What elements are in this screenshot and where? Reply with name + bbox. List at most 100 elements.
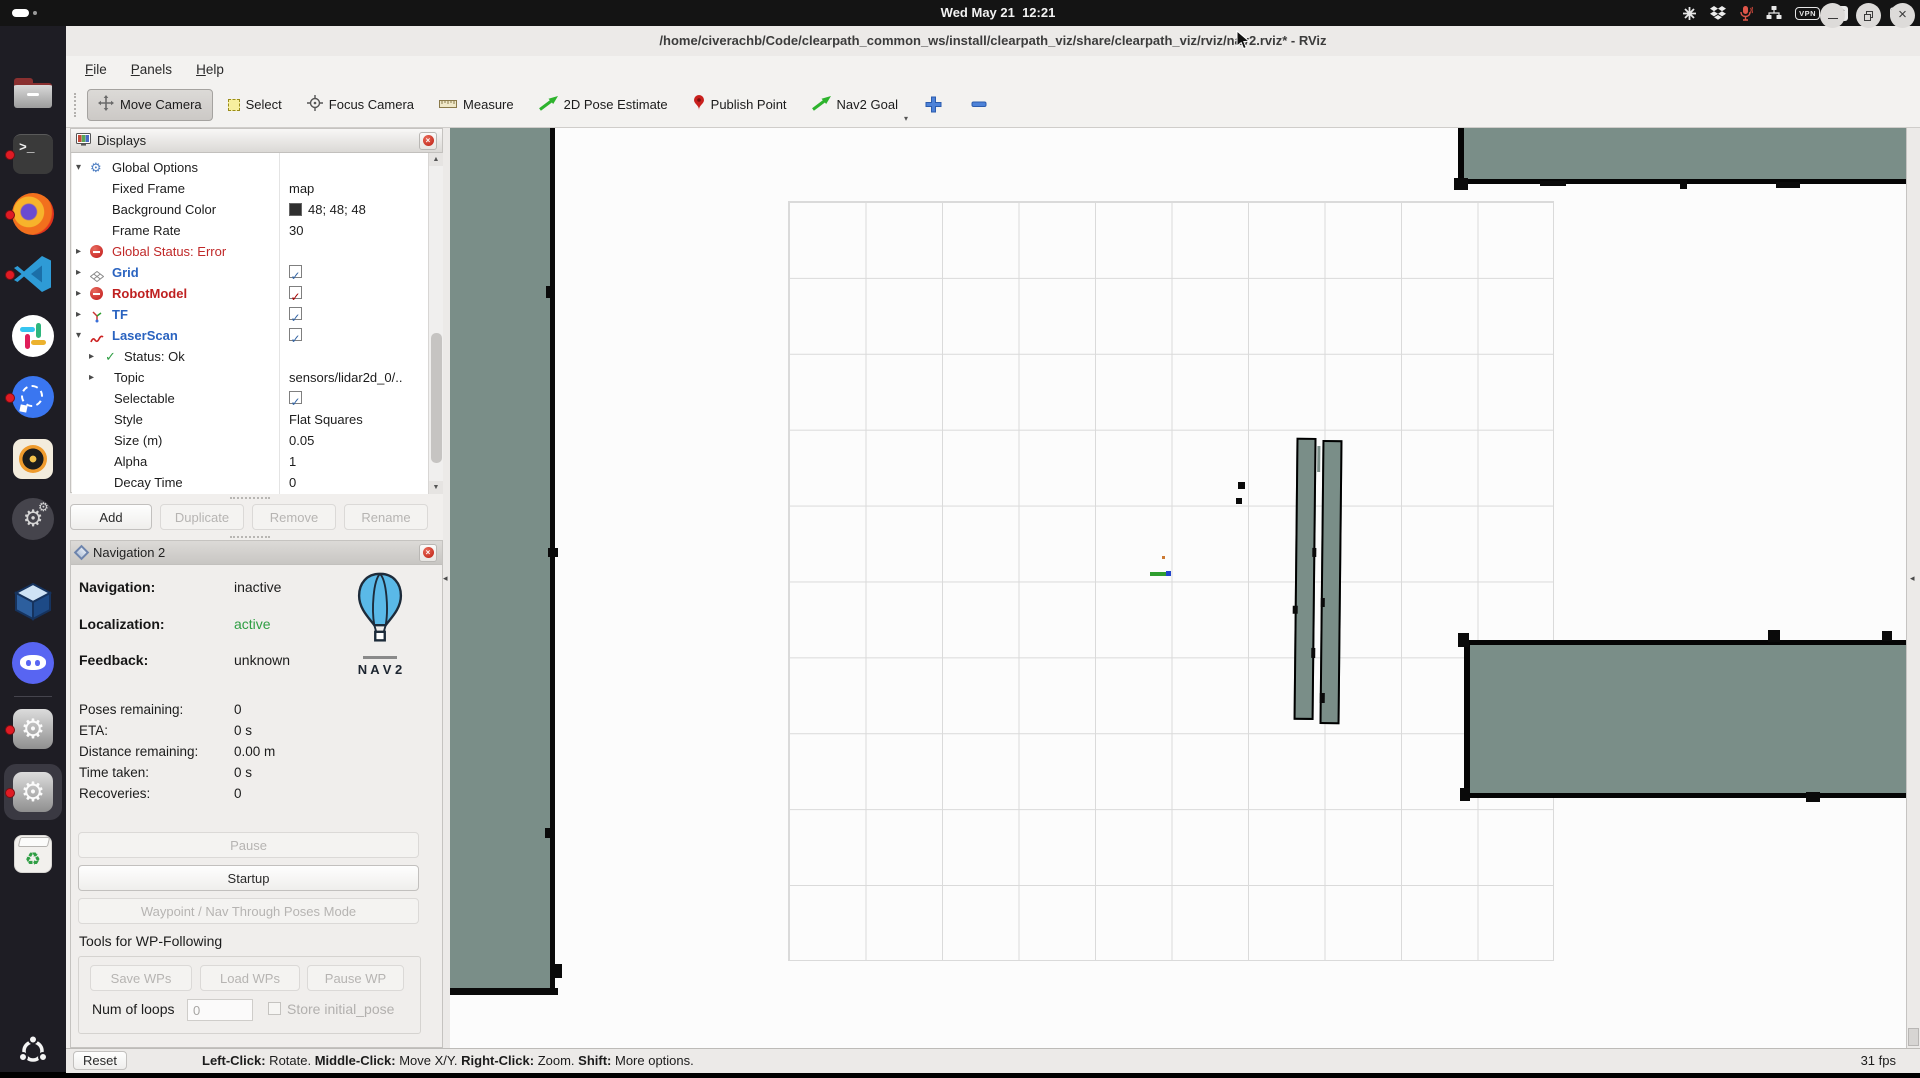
startup-button[interactable]: Startup [78, 865, 419, 891]
collapse-right-icon[interactable] [1910, 573, 1915, 584]
row-value[interactable]: Flat Squares [289, 409, 363, 430]
nav2-close-button[interactable] [419, 544, 437, 562]
displays-scrollbar[interactable]: ▲ ▼ [428, 153, 443, 494]
tree-row-size[interactable]: Size (m) 0.05 [72, 430, 426, 451]
tree-row-background-color[interactable]: Background Color 48; 48; 48 [72, 199, 426, 220]
window-titlebar[interactable]: /home/civerachb/Code/clearpath_common_ws… [66, 26, 1920, 57]
row-value[interactable]: 1 [289, 451, 296, 472]
app-window-1-icon[interactable]: ⚙ [11, 707, 55, 751]
toolbar-overflow-icon[interactable]: ▾ [904, 114, 908, 123]
expander-icon[interactable] [76, 283, 81, 304]
scrollbar-thumb[interactable] [431, 333, 442, 463]
tree-row-decay-time[interactable]: Decay Time 0 [72, 472, 426, 493]
show-apps-icon[interactable] [11, 1029, 55, 1073]
rename-button[interactable]: Rename [344, 504, 428, 530]
store-initial-pose-checkbox[interactable] [268, 1002, 281, 1015]
expander-icon[interactable] [89, 367, 94, 388]
nav2-goal-tool[interactable]: Nav2 Goal [802, 90, 908, 120]
select-tool[interactable]: Select [218, 90, 292, 120]
tree-row-grid[interactable]: Grid [72, 262, 426, 283]
files-icon[interactable] [11, 72, 55, 116]
pause-wp-button[interactable]: Pause WP [307, 965, 404, 991]
virtualbox-icon[interactable] [11, 580, 55, 624]
grid-checkbox[interactable] [289, 265, 302, 278]
displays-panel-titlebar[interactable]: Displays [71, 129, 442, 153]
right-handle-button[interactable] [1908, 1028, 1919, 1046]
tree-row-style[interactable]: Style Flat Squares [72, 409, 426, 430]
menu-panels[interactable]: Panels [126, 62, 177, 77]
menu-help[interactable]: Help [191, 62, 229, 77]
publish-point-tool[interactable]: Publish Point [683, 90, 797, 120]
slack-icon[interactable] [11, 314, 55, 358]
measure-tool[interactable]: Measure [429, 90, 524, 120]
tree-row-alpha[interactable]: Alpha 1 [72, 451, 426, 472]
terminal-icon[interactable]: >_ [11, 132, 55, 176]
signal-icon[interactable] [11, 375, 55, 419]
laserscan-checkbox[interactable] [289, 328, 302, 341]
collapse-left-icon[interactable] [443, 573, 448, 584]
restore-button[interactable] [1856, 3, 1881, 28]
splitter-dots[interactable] [230, 536, 270, 538]
robotmodel-checkbox[interactable] [289, 286, 302, 299]
minimize-button[interactable] [1820, 3, 1845, 28]
row-value[interactable]: 0 [289, 472, 296, 493]
pause-button[interactable]: Pause [78, 832, 419, 858]
trash-icon[interactable]: ♻ [11, 832, 55, 876]
tf-checkbox[interactable] [289, 307, 302, 320]
row-value[interactable]: 48; 48; 48 [308, 199, 366, 220]
displays-close-button[interactable] [419, 132, 437, 150]
color-swatch[interactable] [289, 203, 302, 216]
expander-icon[interactable] [76, 325, 81, 346]
row-value[interactable]: map [289, 178, 314, 199]
tree-row-selectable[interactable]: Selectable [72, 388, 426, 409]
row-value[interactable]: 0.05 [289, 430, 314, 451]
firefox-icon[interactable] [11, 192, 55, 236]
settings-icon[interactable]: ⚙ ⚙ [11, 497, 55, 541]
nav2-panel-titlebar[interactable]: Navigation 2 [71, 541, 442, 565]
load-wps-button[interactable]: Load WPs [200, 965, 300, 991]
tree-row-status-ok[interactable]: ✓ Status: Ok [72, 346, 426, 367]
remove-button[interactable]: Remove [252, 504, 336, 530]
add-button[interactable]: Add [70, 504, 152, 530]
tree-row-topic[interactable]: Topic sensors/lidar2d_0/.. [72, 367, 426, 388]
waypoint-mode-button[interactable]: Waypoint / Nav Through Poses Mode [78, 898, 419, 924]
reset-button[interactable]: Reset [73, 1051, 127, 1070]
clock[interactable]: Wed May 21 12:21 [933, 0, 1063, 26]
tree-row-tf[interactable]: TF [72, 304, 426, 325]
audio-player-icon[interactable] [11, 437, 55, 481]
tree-row-robotmodel[interactable]: RobotModel [72, 283, 426, 304]
workspace-dot[interactable] [33, 11, 37, 15]
save-wps-button[interactable]: Save WPs [90, 965, 192, 991]
app-window-2-icon[interactable]: ⚙ [11, 770, 55, 814]
menu-file[interactable]: File [80, 62, 112, 77]
pose-estimate-tool[interactable]: 2D Pose Estimate [529, 90, 678, 120]
expander-icon[interactable] [89, 346, 94, 367]
discord-icon[interactable] [11, 641, 55, 685]
tree-row-fixed-frame[interactable]: Fixed Frame map [72, 178, 426, 199]
add-tool-button[interactable] [913, 90, 954, 120]
move-camera-tool[interactable]: Move Camera [87, 89, 213, 121]
expander-icon[interactable] [76, 241, 81, 262]
row-value[interactable]: 30 [289, 220, 303, 241]
right-panel-handle[interactable] [1906, 128, 1920, 1048]
tree-row-laserscan[interactable]: LaserScan [72, 325, 426, 346]
expander-icon[interactable] [76, 157, 81, 178]
workspace-pill[interactable] [12, 9, 29, 17]
tree-row-frame-rate[interactable]: Frame Rate 30 [72, 220, 426, 241]
row-value[interactable]: sensors/lidar2d_0/.. [289, 367, 402, 388]
expander-icon[interactable] [76, 262, 81, 283]
toolbar-drag-handle[interactable] [74, 93, 80, 117]
expander-icon[interactable] [76, 304, 81, 325]
splitter-dots[interactable] [230, 497, 270, 499]
panel-splitter[interactable] [443, 128, 450, 1048]
duplicate-button[interactable]: Duplicate [160, 504, 244, 530]
num-loops-input[interactable] [187, 999, 253, 1021]
render-viewport[interactable] [450, 128, 1906, 1048]
scroll-down-icon[interactable]: ▼ [429, 481, 443, 494]
remove-tool-button[interactable] [959, 90, 999, 120]
selectable-checkbox[interactable] [289, 391, 302, 404]
focus-camera-tool[interactable]: Focus Camera [297, 90, 424, 120]
close-button[interactable]: × [1890, 3, 1915, 28]
vscode-icon[interactable] [11, 252, 55, 296]
tree-row-global-options[interactable]: ⚙ Global Options [72, 157, 426, 178]
